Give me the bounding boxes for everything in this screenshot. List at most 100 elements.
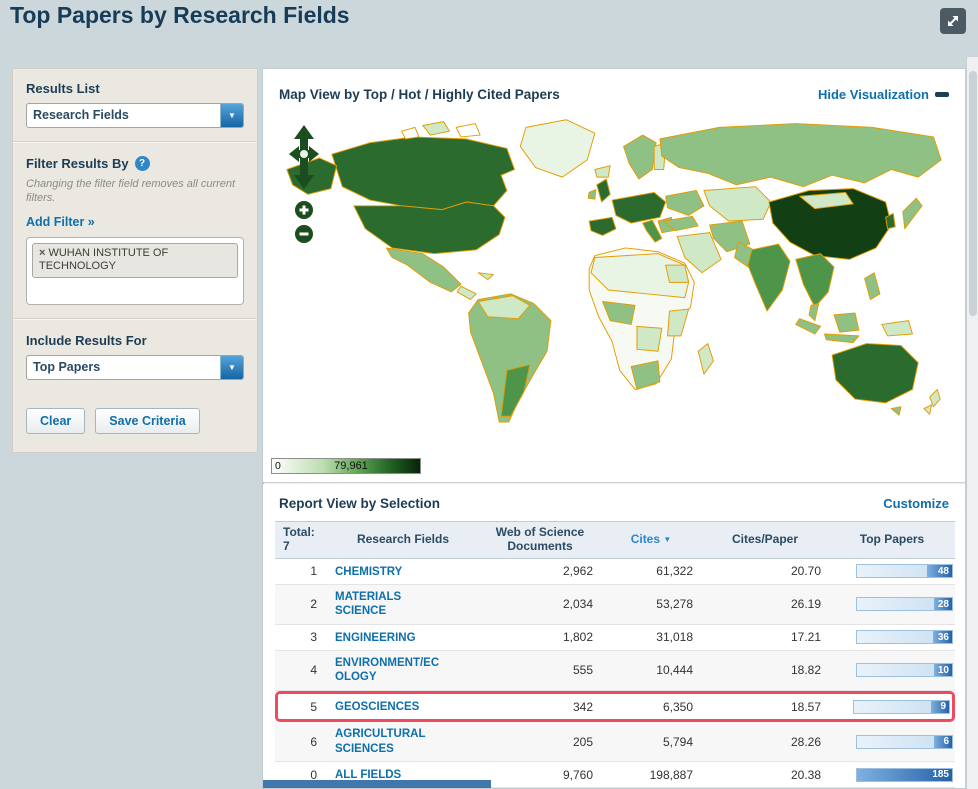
page-header: Top Papers by Research Fields: [0, 0, 978, 58]
results-list-label: Results List: [26, 81, 100, 96]
remove-filter-icon[interactable]: ×: [39, 247, 45, 259]
table-row: 3 ENGINEERING 1,802 31,018 17.21 36: [275, 624, 955, 652]
field-link[interactable]: AGRICULTURAL SCIENCES: [335, 727, 435, 756]
rank-cell: 2: [275, 584, 327, 625]
map-zoom-controls[interactable]: [287, 124, 321, 253]
include-results-label: Include Results For: [26, 332, 147, 348]
field-cell: ENVIRONMENT/ECOLOGY: [327, 651, 479, 691]
top-papers-bar: 36: [856, 630, 953, 645]
add-filter-link[interactable]: Add Filter »: [26, 215, 95, 229]
chevron-down-icon[interactable]: ▼: [220, 355, 243, 379]
sidebar-divider: [13, 141, 257, 143]
cites-per-paper-cell: 17.21: [701, 624, 829, 652]
results-list-dropdown[interactable]: Research Fields ▼: [26, 103, 244, 128]
top-papers-header[interactable]: Top Papers: [829, 521, 955, 559]
top-papers-cell: 9: [829, 690, 955, 723]
expand-arrows-icon: [948, 16, 958, 26]
top-papers-cell: 48: [829, 558, 955, 585]
vertical-scrollbar[interactable]: [966, 57, 978, 789]
rank-cell: 3: [275, 624, 327, 652]
rank-cell: 1: [275, 558, 327, 585]
field-link[interactable]: ENVIRONMENT/ECOLOGY: [335, 656, 441, 685]
field-link[interactable]: CHEMISTRY: [335, 565, 402, 579]
top-papers-bar: 9: [853, 699, 950, 714]
sort-desc-icon: ▼: [663, 535, 672, 545]
cites-per-paper-header[interactable]: Cites/Paper: [701, 521, 829, 559]
rank-cell: 4: [275, 651, 327, 691]
legend-min-label: 0: [275, 460, 281, 472]
cites-cell: 53,278: [601, 584, 701, 625]
results-list-value: Research Fields: [33, 108, 129, 122]
filter-results-by-label: Filter Results By: [26, 156, 129, 171]
cites-cell: 6,350: [601, 690, 701, 723]
expand-icon[interactable]: [940, 8, 966, 34]
cites-header-label: Cites: [630, 531, 661, 546]
filter-tag-label: WUHAN INSTITUTE OF TECHNOLOGY: [39, 246, 169, 273]
docs-cell: 2,034: [479, 584, 601, 625]
top-papers-cell: 6: [829, 722, 955, 762]
cites-per-paper-cell: 26.19: [701, 584, 829, 625]
filter-note: Changing the filter field removes all cu…: [26, 178, 236, 205]
sidebar-divider: [13, 317, 257, 320]
docs-cell: 9,760: [479, 761, 601, 789]
field-cell: GEOSCIENCES: [327, 690, 479, 723]
page-title: Top Papers by Research Fields: [10, 2, 350, 28]
map-south-america: [468, 293, 552, 423]
rank-cell: 6: [275, 722, 327, 762]
research-fields-header[interactable]: Research Fields: [327, 521, 479, 559]
docs-cell: 2,962: [479, 558, 601, 585]
table-row: 2 MATERIALS SCIENCE 2,034 53,278 26.19 2…: [275, 584, 955, 625]
help-icon[interactable]: ?: [134, 156, 150, 171]
map-north-america: [286, 119, 596, 301]
rank-cell: 5: [275, 690, 327, 723]
map-oceania: [831, 343, 941, 416]
sidebar: Results List Research Fields ▼ Filter Re…: [12, 68, 258, 453]
hide-visualization-link[interactable]: Hide Visualization: [818, 87, 949, 102]
map-asia: [659, 123, 942, 344]
cites-header[interactable]: Cites ▼: [601, 521, 701, 559]
field-link[interactable]: MATERIALS SCIENCE: [335, 590, 415, 619]
map-area: 0 79,961: [269, 110, 959, 482]
main-panel: Map View by Top / Hot / Highly Cited Pap…: [262, 68, 966, 789]
clear-button[interactable]: Clear: [26, 407, 86, 434]
zoom-in-icon: [295, 201, 313, 219]
legend-max-label: 79,961: [334, 460, 368, 472]
field-cell: ENGINEERING: [327, 624, 479, 652]
field-link[interactable]: ENGINEERING: [335, 631, 416, 645]
map-legend: 0 79,961: [271, 458, 421, 474]
cites-per-paper-cell: 18.57: [701, 690, 829, 723]
zoom-out-icon: [295, 225, 313, 243]
include-results-dropdown[interactable]: Top Papers ▼: [26, 354, 244, 380]
map-legend-gradient: 0 79,961: [271, 458, 421, 474]
cites-cell: 61,322: [601, 558, 701, 585]
top-papers-bar: 28: [856, 597, 953, 612]
docs-cell: 342: [479, 690, 601, 723]
field-link[interactable]: GEOSCIENCES: [335, 700, 419, 714]
scrollbar-thumb[interactable]: [969, 71, 977, 316]
active-filters-box: × WUHAN INSTITUTE OF TECHNOLOGY: [26, 236, 244, 305]
top-papers-bar: 185: [856, 767, 953, 782]
report-view-title: Report View by Selection: [279, 496, 441, 511]
chevron-down-icon[interactable]: ▼: [220, 104, 243, 127]
filter-tag[interactable]: × WUHAN INSTITUTE OF TECHNOLOGY: [32, 242, 238, 279]
top-papers-cell: 36: [829, 624, 955, 652]
minus-icon: [935, 92, 949, 97]
hide-visualization-label: Hide Visualization: [817, 87, 929, 102]
top-papers-cell: 28: [829, 584, 955, 625]
top-papers-bar: 48: [856, 564, 953, 579]
cites-cell: 198,887: [601, 761, 701, 789]
top-papers-bar: 10: [856, 663, 953, 678]
report-table: Total: 7 Research Fields Web of Science D…: [275, 521, 955, 789]
customize-link[interactable]: Customize: [883, 496, 949, 511]
top-papers-cell: 185: [829, 761, 955, 789]
cites-cell: 31,018: [601, 624, 701, 652]
table-row: 4 ENVIRONMENT/ECOLOGY 555 10,444 18.82 1…: [275, 651, 955, 691]
cites-per-paper-cell: 28.26: [701, 722, 829, 762]
field-cell: CHEMISTRY: [327, 558, 479, 585]
wos-documents-header[interactable]: Web of Science Documents: [479, 521, 601, 559]
world-map[interactable]: [269, 114, 959, 444]
field-cell: MATERIALS SCIENCE: [327, 584, 479, 625]
docs-cell: 555: [479, 651, 601, 691]
table-row: 6 AGRICULTURAL SCIENCES 205 5,794 28.26 …: [275, 722, 955, 762]
save-criteria-button[interactable]: Save Criteria: [95, 407, 200, 434]
